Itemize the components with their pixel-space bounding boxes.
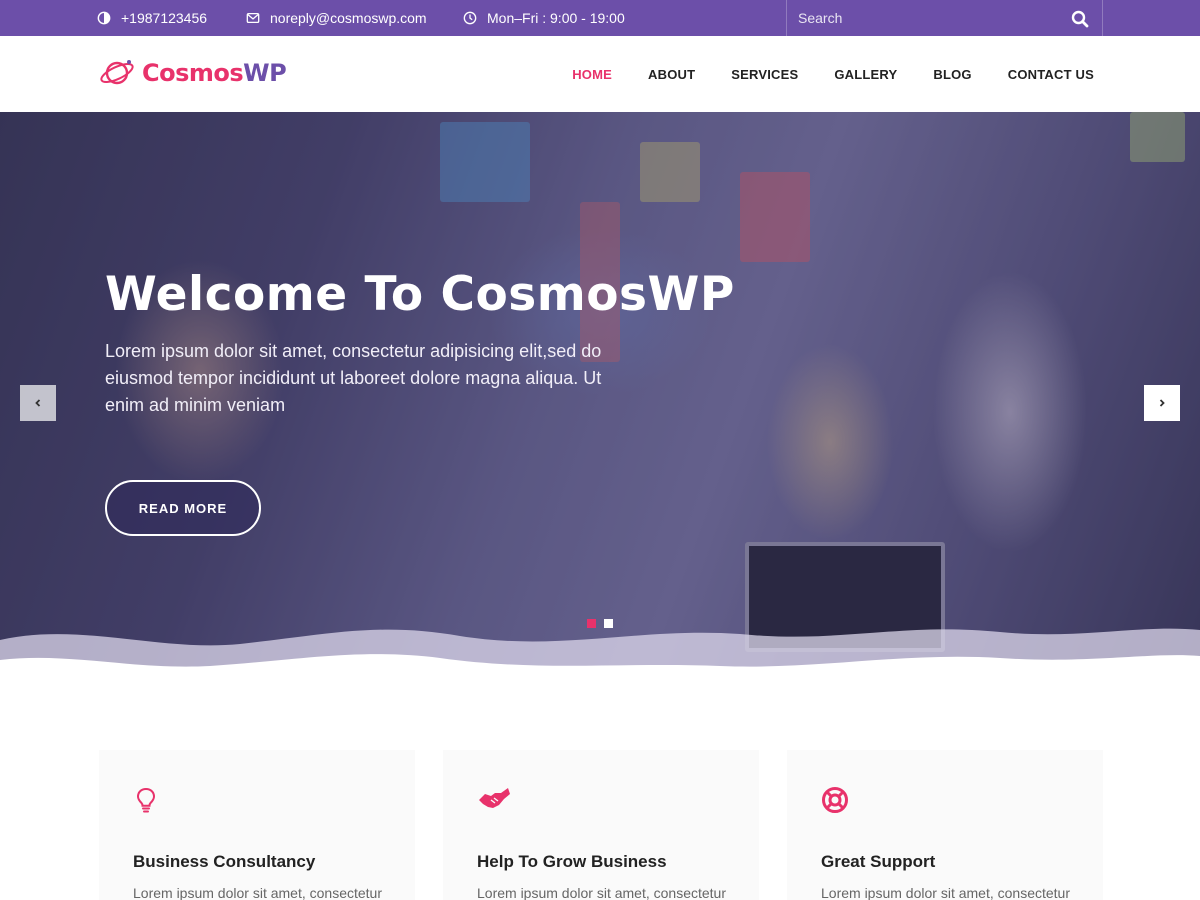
hero-text: Lorem ipsum dolor sit amet, consectetur … bbox=[105, 341, 602, 415]
email-info[interactable]: noreply@cosmoswp.com bbox=[246, 0, 427, 36]
feature-title: Help To Grow Business bbox=[477, 852, 667, 871]
nav-item-contact[interactable]: CONTACT US bbox=[1008, 67, 1094, 82]
feature-card[interactable]: Business Consultancy Lorem ipsum dolor s… bbox=[99, 750, 415, 900]
logo-text: CosmosWP bbox=[142, 59, 287, 87]
business-hours: Mon–Fri : 9:00 - 19:00 bbox=[487, 10, 625, 26]
nav-item-gallery[interactable]: GALLERY bbox=[834, 67, 897, 82]
search-icon[interactable] bbox=[1070, 9, 1090, 29]
lifebuoy-icon bbox=[822, 787, 848, 813]
hero-slider: Welcome To CosmosWP Lorem ipsum dolor si… bbox=[0, 112, 1200, 692]
nav-item-home[interactable]: HOME bbox=[572, 67, 612, 82]
contrast-icon bbox=[97, 11, 111, 25]
slider-prev-button[interactable] bbox=[20, 385, 56, 421]
feature-title: Great Support bbox=[821, 852, 936, 871]
lightbulb-icon bbox=[136, 787, 156, 813]
email-address[interactable]: noreply@cosmoswp.com bbox=[270, 10, 427, 26]
feature-description: Lorem ipsum dolor sit amet, consectetur bbox=[477, 885, 726, 900]
phone-info[interactable]: +1987123456 bbox=[97, 0, 207, 36]
hours-info: Mon–Fri : 9:00 - 19:00 bbox=[463, 0, 625, 36]
site-header: CosmosWP HOME ABOUT SERVICES GALLERY BLO… bbox=[0, 36, 1200, 112]
top-bar: +1987123456 noreply@cosmoswp.com Mon–Fri… bbox=[0, 0, 1200, 36]
slider-next-button[interactable] bbox=[1144, 385, 1180, 421]
search-box bbox=[786, 0, 1103, 36]
nav-item-services[interactable]: SERVICES bbox=[731, 67, 798, 82]
logo-text-cosmos: Cosmos bbox=[142, 59, 244, 87]
clock-icon bbox=[463, 11, 477, 25]
nav-item-about[interactable]: ABOUT bbox=[648, 67, 695, 82]
hero-title: Welcome To CosmosWP bbox=[105, 267, 735, 322]
feature-card[interactable]: Great Support Lorem ipsum dolor sit amet… bbox=[787, 750, 1103, 900]
search-input[interactable] bbox=[787, 0, 1057, 36]
read-more-button[interactable]: READ MORE bbox=[105, 480, 261, 536]
main-nav: HOME ABOUT SERVICES GALLERY BLOG CONTACT… bbox=[572, 36, 1094, 112]
feature-title: Business Consultancy bbox=[133, 852, 316, 871]
phone-number[interactable]: +1987123456 bbox=[121, 10, 207, 26]
envelope-icon bbox=[246, 12, 260, 24]
feature-description: Lorem ipsum dolor sit amet, consectetur bbox=[133, 885, 382, 900]
chevron-left-icon bbox=[35, 399, 41, 407]
chevron-right-icon bbox=[1159, 399, 1165, 407]
logo-text-wp: WP bbox=[243, 59, 287, 87]
feature-card[interactable]: Help To Grow Business Lorem ipsum dolor … bbox=[443, 750, 759, 900]
site-logo[interactable]: CosmosWP bbox=[98, 56, 287, 90]
handshake-icon bbox=[479, 788, 510, 808]
nav-item-blog[interactable]: BLOG bbox=[933, 67, 971, 82]
hero-wave-divider bbox=[0, 628, 1200, 692]
planet-logo-icon bbox=[100, 60, 134, 85]
feature-description: Lorem ipsum dolor sit amet, consectetur bbox=[821, 885, 1070, 900]
